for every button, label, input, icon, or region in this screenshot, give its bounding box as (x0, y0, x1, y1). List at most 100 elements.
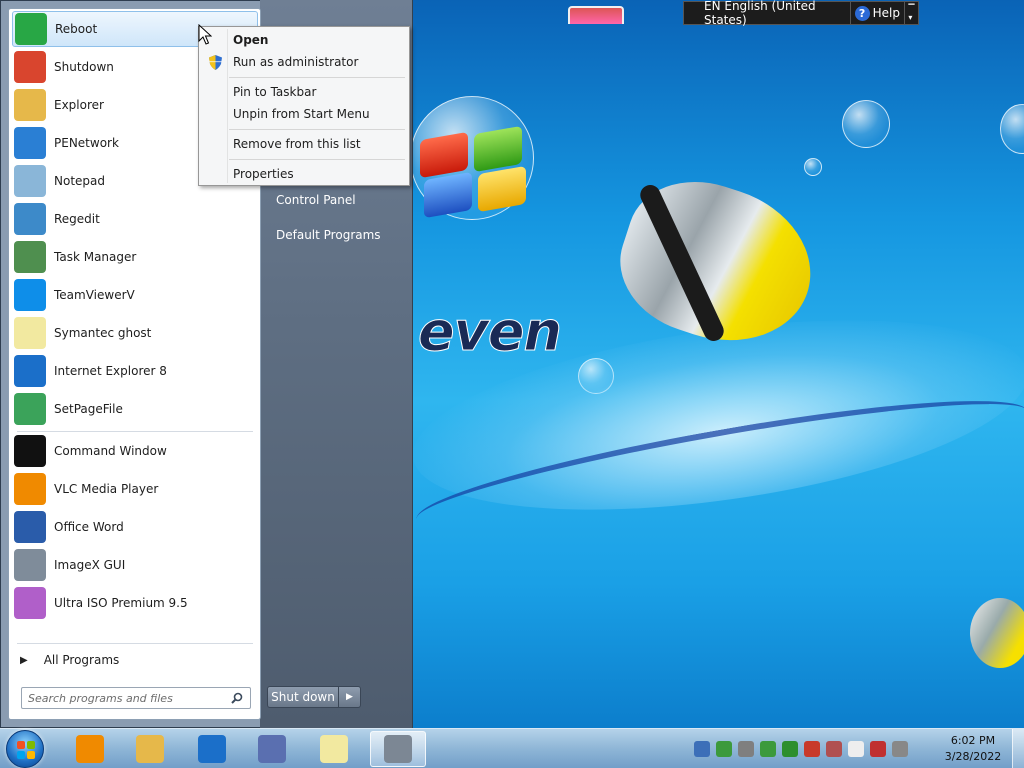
play-tray-icon[interactable] (782, 741, 798, 757)
taskbar-button[interactable] (62, 731, 118, 767)
taskbar-button[interactable] (122, 731, 178, 767)
context-unpin-from-start-menu[interactable]: Unpin from Start Menu (201, 103, 407, 125)
taskbar-button[interactable] (184, 731, 240, 767)
taskbar-button[interactable] (244, 731, 300, 767)
context-run-as-administrator[interactable]: Run as administrator (201, 51, 407, 73)
wallpaper-bubble (1000, 104, 1024, 154)
help-icon: ? (854, 5, 870, 21)
program-item-label: Internet Explorer 8 (54, 364, 167, 378)
search-box[interactable] (21, 687, 251, 709)
check-tray-icon[interactable] (760, 741, 776, 757)
program-item[interactable]: SetPageFile (12, 391, 258, 427)
explorer-folder-icon (136, 735, 164, 763)
shut-down-options-button[interactable]: ▶ (339, 686, 361, 708)
program-item[interactable]: Regedit (12, 201, 258, 237)
program-list-separator (17, 431, 253, 432)
language-tray-icon[interactable] (694, 741, 710, 757)
fish-graphic (603, 162, 831, 368)
tools-tray-icon[interactable] (826, 741, 842, 757)
taskbar-button[interactable] (370, 731, 426, 767)
mouse-cursor-icon (198, 24, 212, 45)
program-item-label: VLC Media Player (54, 482, 159, 496)
drive-tray-icon[interactable] (738, 741, 754, 757)
word-icon (14, 511, 46, 543)
program-item[interactable]: Command Window (12, 433, 258, 469)
help-label: Help (872, 6, 900, 20)
imagex-icon (14, 549, 46, 581)
program-item-label: PENetwork (54, 136, 119, 150)
volume-tray-icon[interactable] (892, 741, 908, 757)
network-tray-icon[interactable] (716, 741, 732, 757)
program-item[interactable]: Ultra ISO Premium 9.5 (12, 585, 258, 621)
context-remove-from-list[interactable]: Remove from this list (201, 133, 407, 155)
active-app-icon (384, 735, 412, 763)
windows-flag-icon (17, 741, 35, 759)
taskbar: 6:02 PM 3/28/2022 (0, 728, 1024, 768)
wallpaper-text: even (418, 300, 563, 364)
context-separator (229, 129, 405, 130)
context-properties[interactable]: Properties (201, 163, 407, 185)
program-item-label: Regedit (54, 212, 100, 226)
all-programs-button[interactable]: ▶ All Programs (12, 647, 258, 673)
notepad-icon (14, 165, 46, 197)
flag-tray-icon[interactable] (848, 741, 864, 757)
program-item-label: Symantec ghost (54, 326, 152, 340)
reboot-icon (15, 13, 47, 45)
clock[interactable]: 6:02 PM 3/28/2022 (938, 733, 1008, 765)
control-panel-link[interactable]: Control Panel (270, 187, 406, 213)
program-item[interactable]: Office Word (12, 509, 258, 545)
program-item-label: Office Word (54, 520, 124, 534)
folder-icon (14, 89, 46, 121)
program-item-label: Notepad (54, 174, 105, 188)
command-prompt-icon (14, 435, 46, 467)
all-programs-separator (17, 643, 253, 644)
ghost-icon (14, 317, 46, 349)
task-manager-icon (14, 241, 46, 273)
taskbar-button[interactable] (306, 731, 362, 767)
program-item[interactable]: VLC Media Player (12, 471, 258, 507)
shut-down-button[interactable]: Shut down (267, 686, 339, 708)
program-item-label: Reboot (55, 22, 98, 36)
context-pin-to-taskbar[interactable]: Pin to Taskbar (201, 81, 407, 103)
user-picture[interactable] (568, 6, 624, 24)
power-icon (14, 51, 46, 83)
program-item-label: Command Window (54, 444, 167, 458)
vlc-icon (14, 473, 46, 505)
start-button[interactable] (6, 730, 44, 768)
program-item[interactable]: ImageX GUI (12, 547, 258, 583)
registry-icon (14, 203, 46, 235)
program-item[interactable]: Symantec ghost (12, 315, 258, 351)
search-icon[interactable] (228, 689, 246, 707)
context-separator (229, 159, 405, 160)
media-player-icon (76, 735, 104, 763)
context-open[interactable]: Open (201, 29, 407, 51)
utility-icon (258, 735, 286, 763)
shield-tray-icon[interactable] (804, 741, 820, 757)
program-item-label: Shutdown (54, 60, 114, 74)
language-bar-options-button[interactable]: ▔ ▾ (903, 2, 918, 24)
program-item-label: Task Manager (54, 250, 137, 264)
program-item-label: SetPageFile (54, 402, 123, 416)
monitor-tray-icon[interactable] (870, 741, 886, 757)
language-bar[interactable]: EN English (United States) ? Help ▔ ▾ (683, 0, 919, 27)
wallpaper-bubble (842, 100, 890, 148)
ultraiso-icon (14, 587, 46, 619)
all-programs-label: All Programs (43, 653, 120, 667)
search-input[interactable] (28, 689, 228, 707)
program-item-label: Explorer (54, 98, 104, 112)
program-item-label: ImageX GUI (54, 558, 126, 572)
teamviewer-icon (14, 279, 46, 311)
program-item[interactable]: Internet Explorer 8 (12, 353, 258, 389)
internet-explorer-icon (14, 355, 46, 387)
help-button[interactable]: ? Help (849, 2, 904, 24)
context-menu: Open Run as administrator Pin to Taskbar… (198, 26, 410, 186)
windows-logo-graphic (420, 125, 530, 219)
show-desktop-button[interactable] (1012, 729, 1024, 768)
program-item[interactable]: Task Manager (12, 239, 258, 275)
program-item[interactable]: TeamViewerV (12, 277, 258, 313)
default-programs-link[interactable]: Default Programs (270, 222, 406, 248)
language-indicator[interactable]: EN English (United States) (684, 0, 850, 27)
uac-shield-icon (209, 55, 222, 70)
small-fish-graphic (970, 598, 1024, 668)
chevron-right-icon: ▶ (346, 692, 353, 702)
